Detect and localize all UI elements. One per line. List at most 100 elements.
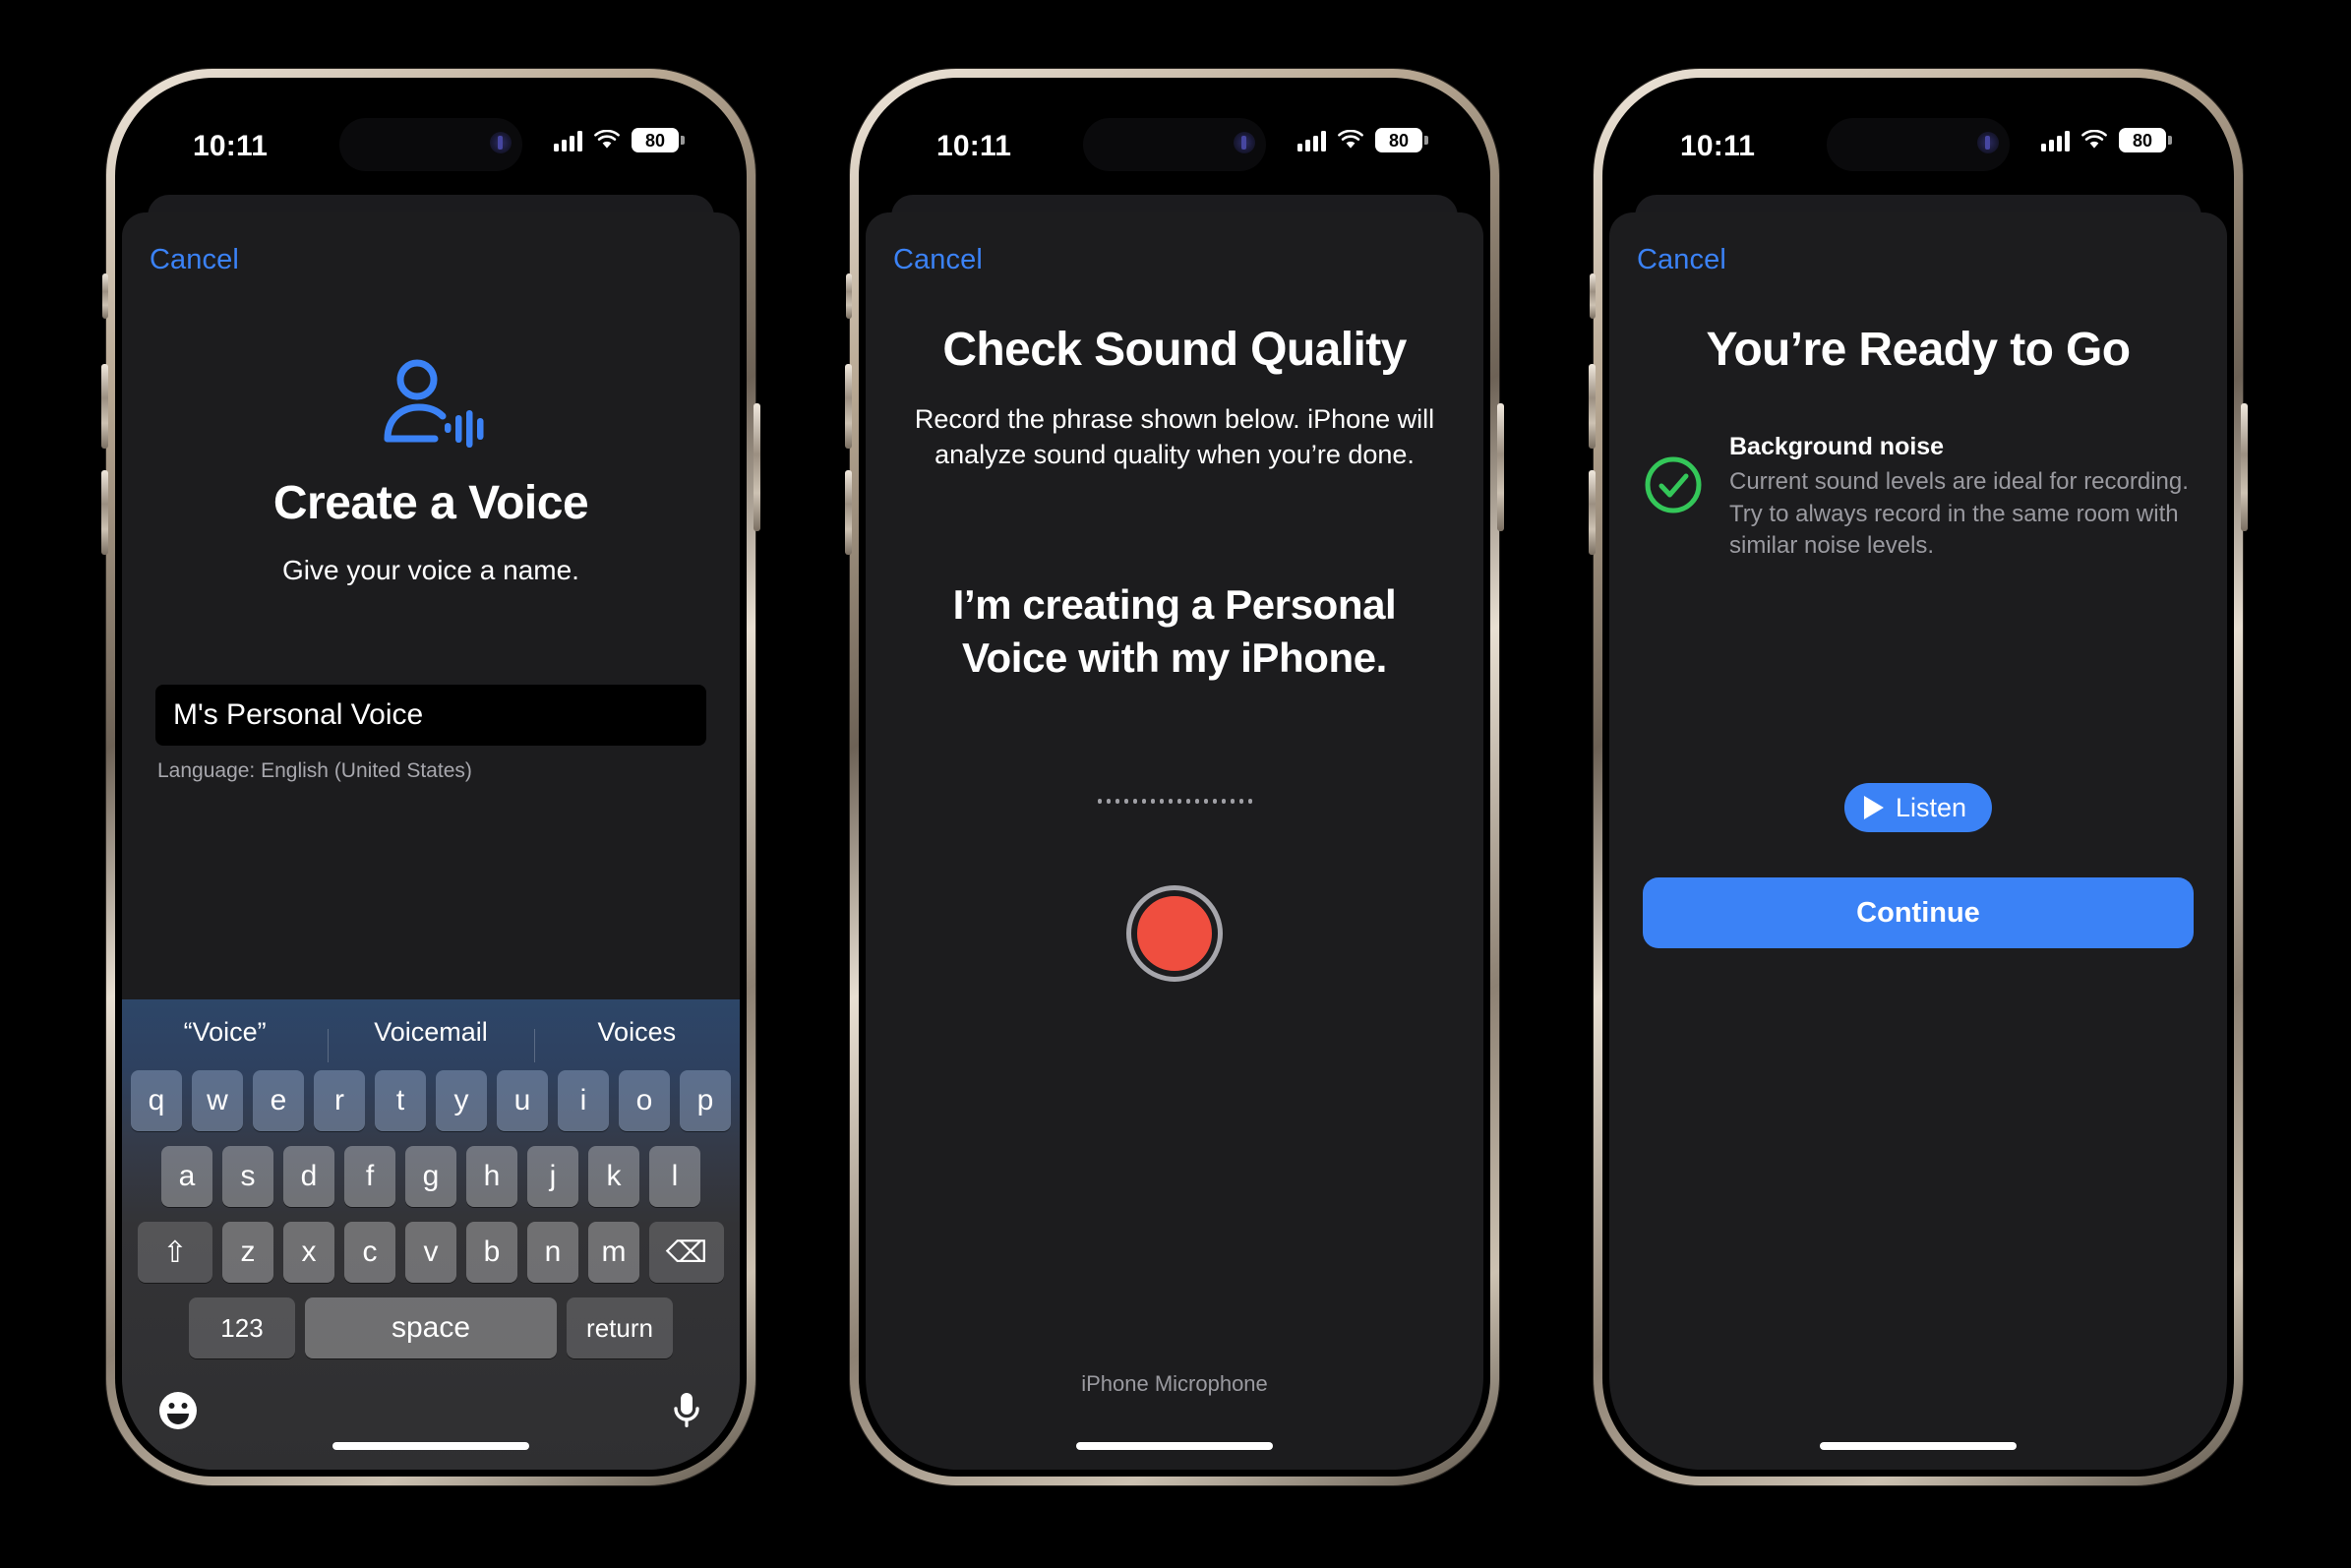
key-f[interactable]: f [344,1146,395,1207]
key-c[interactable]: c [344,1222,395,1283]
key-k[interactable]: k [588,1146,639,1207]
power-button[interactable] [1497,403,1504,531]
power-button[interactable] [2241,403,2248,531]
key-l[interactable]: l [649,1146,700,1207]
status-text-block: Background noise Current sound levels ar… [1729,433,2194,563]
page-title: Check Sound Quality [942,324,1407,376]
voice-name-input[interactable]: M's Personal Voice [155,685,706,746]
listen-button[interactable]: Listen [1843,783,1993,832]
key-n[interactable]: n [527,1222,578,1283]
battery-indicator: 80 [2119,128,2172,152]
page-subtitle: Give your voice a name. [282,555,579,585]
prediction-1[interactable]: Voicemail [328,1017,533,1062]
cellular-signal-icon [1297,130,1326,151]
key-z[interactable]: z [222,1222,273,1283]
battery-percentage: 80 [644,130,666,151]
key-g[interactable]: g [405,1146,456,1207]
wifi-icon [2080,129,2108,151]
key-w[interactable]: w [192,1070,243,1131]
cancel-button[interactable]: Cancel [150,244,239,276]
focus-mode-icon [490,132,512,153]
shift-key[interactable]: ⇧ [138,1222,212,1283]
key-p[interactable]: p [680,1070,731,1131]
key-t[interactable]: t [375,1070,426,1131]
key-m[interactable]: m [588,1222,639,1283]
continue-button[interactable]: Continue [1643,877,2194,948]
key-x[interactable]: x [283,1222,334,1283]
prediction-2[interactable]: Voices [533,1017,740,1062]
dictation-microphone-icon[interactable] [669,1390,704,1436]
key-b[interactable]: b [466,1222,517,1283]
status-description: Current sound levels are ideal for recor… [1729,468,2189,560]
key-d[interactable]: d [283,1146,334,1207]
check-sound-quality-sheet: Cancel Check Sound Quality Record the ph… [866,212,1483,1470]
phone-mockup-ready-to-go: 10:11 80 Cancel You’re Ready to Go Backg… [1589,69,2248,1485]
phone-bezel: 10:11 80 Cancel [859,78,1490,1477]
return-key[interactable]: return [567,1297,673,1358]
emoji-icon[interactable] [157,1390,199,1436]
cellular-signal-icon [2041,130,2070,151]
record-button[interactable] [1126,885,1223,982]
keyboard-row-3: ⇧ z x c v b n m ⌫ [122,1222,740,1283]
key-s[interactable]: s [222,1146,273,1207]
space-key[interactable]: space [305,1297,557,1358]
volume-up-button[interactable] [101,364,108,449]
recording-phrase: I’m creating a Personal Voice with my iP… [952,581,1397,681]
audio-level-waveform [866,791,1483,811]
key-v[interactable]: v [405,1222,456,1283]
ready-to-go-sheet: Cancel You’re Ready to Go Background noi… [1609,212,2227,1470]
home-indicator[interactable] [1820,1442,2017,1450]
key-i[interactable]: i [558,1070,609,1131]
volume-up-button[interactable] [845,364,852,449]
wifi-icon [1337,129,1364,151]
status-bar-indicators: 80 [2041,128,2172,152]
create-voice-sheet: Cancel Create a Voice Give your voice a … [122,212,740,1470]
status-bar: 10:11 80 [866,85,1483,191]
cancel-button[interactable]: Cancel [1637,244,1726,276]
key-o[interactable]: o [619,1070,670,1131]
volume-down-button[interactable] [1589,470,1596,555]
status-bar: 10:11 80 [1609,85,2227,191]
key-h[interactable]: h [466,1146,517,1207]
home-indicator[interactable] [1076,1442,1273,1450]
silent-switch[interactable] [102,273,108,319]
home-indicator[interactable] [332,1442,529,1450]
language-note: Language: English (United States) [157,759,472,782]
volume-up-button[interactable] [1589,364,1596,449]
cancel-button[interactable]: Cancel [893,244,983,276]
cellular-signal-icon [554,130,582,151]
volume-down-button[interactable] [101,470,108,555]
keyboard-row-4: 123 space return [122,1297,740,1358]
person-with-waveform-icon [376,356,486,459]
silent-switch[interactable] [846,273,852,319]
volume-down-button[interactable] [845,470,852,555]
page-subtitle: Record the phrase shown below. iPhone wi… [914,404,1435,470]
key-j[interactable]: j [527,1146,578,1207]
numbers-key[interactable]: 123 [189,1297,295,1358]
key-q[interactable]: q [131,1070,182,1131]
key-r[interactable]: r [314,1070,365,1131]
dynamic-island [339,118,522,171]
key-e[interactable]: e [253,1070,304,1131]
focus-mode-icon [1977,132,1999,153]
voice-name-value: M's Personal Voice [173,698,424,731]
backspace-key[interactable]: ⌫ [649,1222,724,1283]
status-bar-indicators: 80 [554,128,685,152]
microphone-source-label: iPhone Microphone [1081,1371,1268,1396]
phone-screen: 10:11 80 Cancel [1609,85,2227,1470]
status-bar-clock: 10:11 [936,130,1012,162]
battery-percentage: 80 [2132,130,2153,151]
phone-bezel: 10:11 80 Cancel [1602,78,2234,1477]
battery-percentage: 80 [1388,130,1410,151]
predictive-text-bar: “Voice” Voicemail Voices [122,999,740,1064]
power-button[interactable] [754,403,760,531]
key-y[interactable]: y [436,1070,487,1131]
phone-screen: 10:11 80 Cancel [866,85,1483,1470]
listen-button-label: Listen [1895,792,1967,822]
silent-switch[interactable] [1590,273,1596,319]
key-u[interactable]: u [497,1070,548,1131]
prediction-0[interactable]: “Voice” [122,1017,328,1048]
battery-indicator: 80 [632,128,685,152]
key-a[interactable]: a [161,1146,212,1207]
dynamic-island [1827,118,2010,171]
